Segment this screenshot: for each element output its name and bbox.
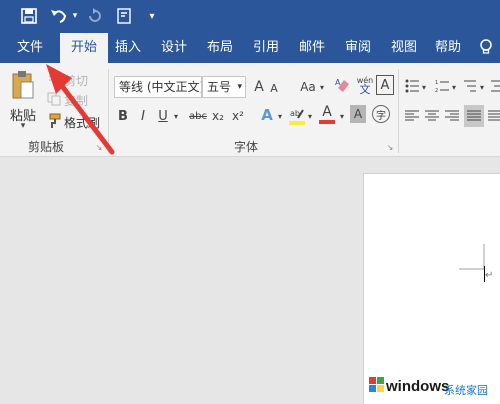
annotation-arrow [46, 64, 115, 155]
